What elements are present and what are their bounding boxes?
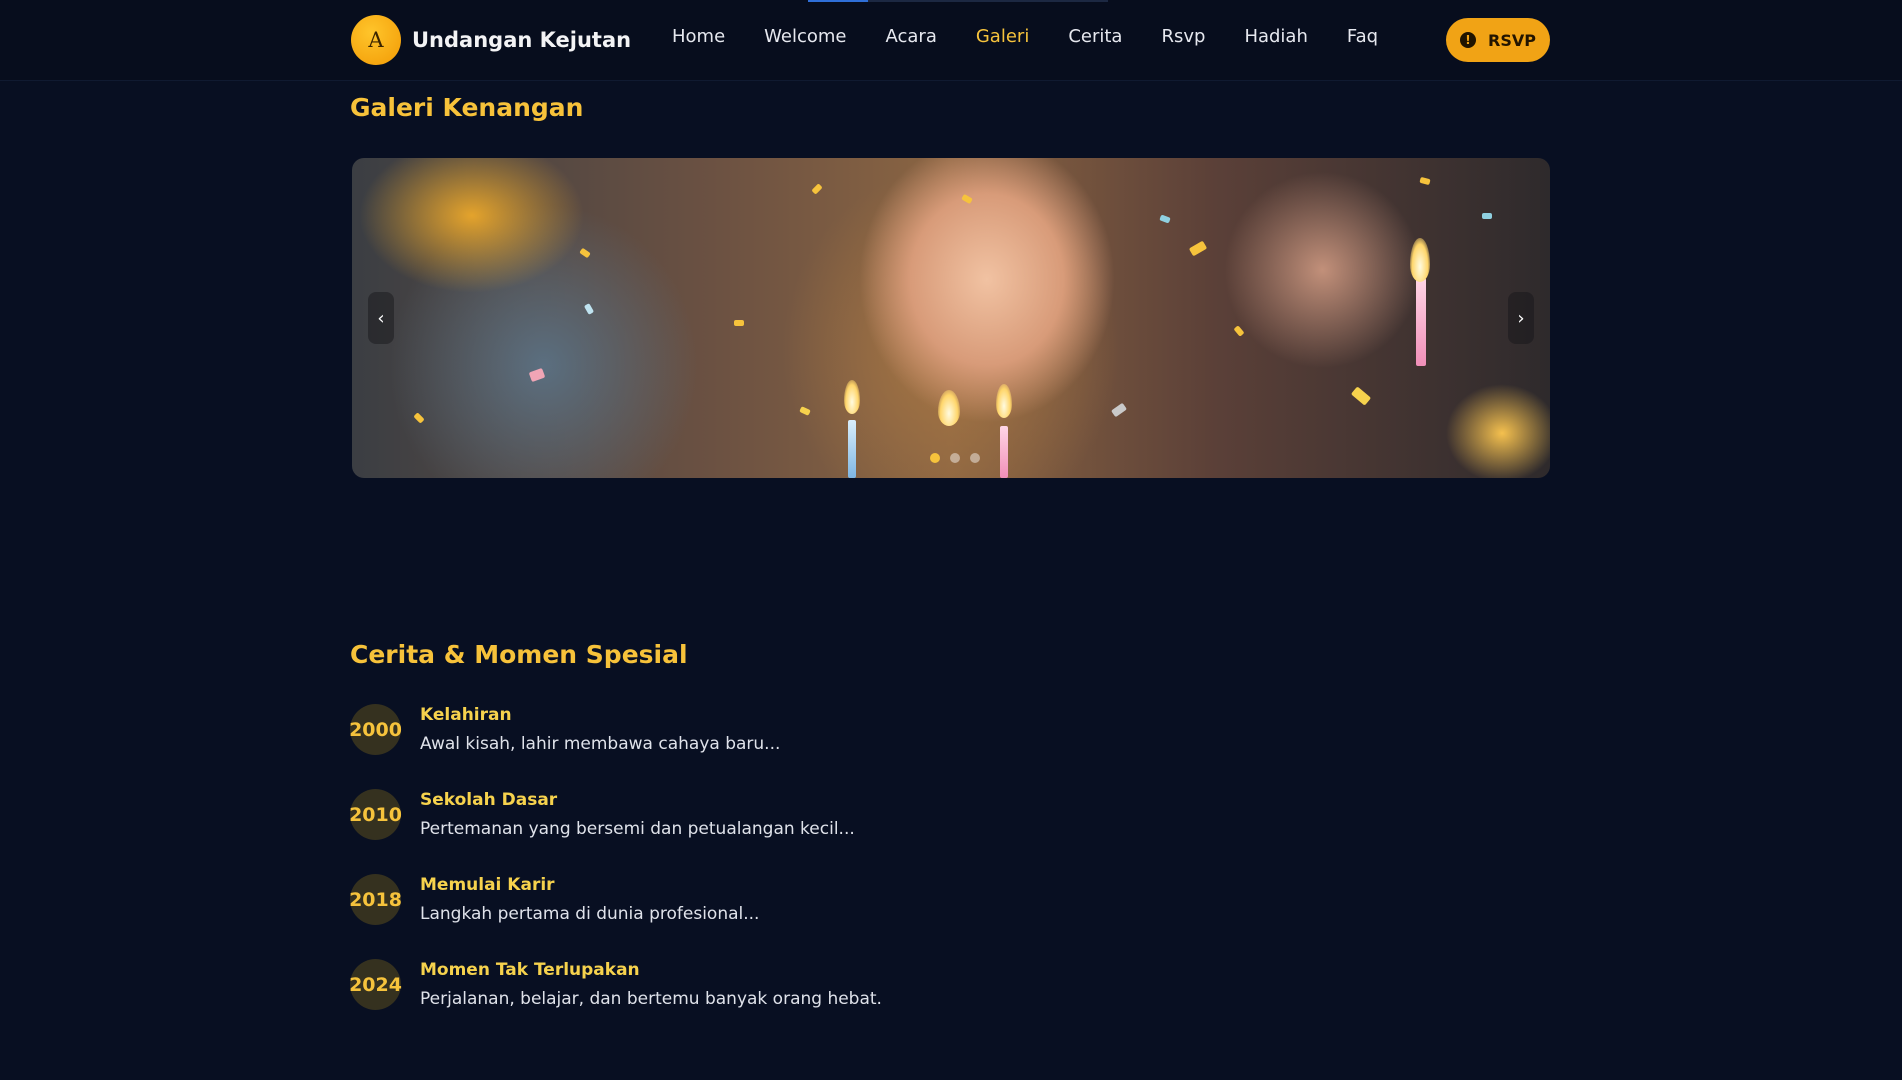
- timeline-year: 2024: [349, 959, 402, 1010]
- nav-item-welcome[interactable]: Welcome: [764, 26, 846, 47]
- timeline-title: Memulai Karir: [420, 875, 555, 895]
- carousel-dots: [930, 453, 990, 463]
- brand-logo: A: [351, 15, 401, 65]
- top-navbar: A Undangan Kejutan Home Welcome Acara Ga…: [0, 0, 1902, 81]
- timeline-title: Sekolah Dasar: [420, 790, 558, 810]
- gallery-title: Galeri Kenangan: [350, 93, 584, 122]
- page-progress-bar: [808, 0, 1108, 2]
- timeline-desc: Pertemanan yang bersemi dan petualangan …: [420, 819, 855, 839]
- rsvp-button-label: RSVP: [1488, 30, 1536, 50]
- page-progress-fill: [808, 0, 868, 2]
- timeline-title: Momen Tak Terlupakan: [420, 960, 640, 980]
- nav-item-faq[interactable]: Faq: [1347, 26, 1378, 47]
- timeline-desc: Perjalanan, belajar, dan bertemu banyak …: [420, 989, 882, 1009]
- story-title: Cerita & Momen Spesial: [350, 640, 688, 669]
- timeline-desc: Awal kisah, lahir membawa cahaya baru...: [420, 734, 781, 754]
- brand-name: Undangan Kejutan: [412, 28, 632, 52]
- nav-item-galeri[interactable]: Galeri: [976, 26, 1029, 47]
- nav-item-rsvp[interactable]: Rsvp: [1161, 26, 1205, 47]
- timeline-title: Kelahiran: [420, 705, 512, 725]
- nav-item-home[interactable]: Home: [672, 26, 725, 47]
- timeline-year: 2000: [349, 704, 402, 755]
- carousel-dot[interactable]: [950, 453, 960, 463]
- rsvp-button[interactable]: ! RSVP: [1446, 18, 1550, 62]
- nav-item-cerita[interactable]: Cerita: [1068, 26, 1122, 47]
- brand[interactable]: A Undangan Kejutan: [351, 15, 631, 65]
- carousel-next-button[interactable]: ›: [1508, 292, 1534, 344]
- carousel-prev-button[interactable]: ‹: [368, 292, 394, 344]
- nav-item-acara[interactable]: Acara: [886, 26, 937, 47]
- alert-circle-icon: !: [1460, 32, 1477, 48]
- carousel-photo: [352, 158, 1550, 478]
- timeline-desc: Langkah pertama di dunia profesional...: [420, 904, 760, 924]
- carousel-dot[interactable]: [930, 453, 940, 463]
- photo-carousel[interactable]: ‹ ›: [352, 158, 1550, 478]
- timeline-year: 2018: [349, 874, 402, 925]
- carousel-dot[interactable]: [970, 453, 980, 463]
- main-nav: Home Welcome Acara Galeri Cerita Rsvp Ha…: [672, 26, 1417, 47]
- nav-item-hadiah[interactable]: Hadiah: [1244, 26, 1307, 47]
- timeline-year: 2010: [349, 789, 402, 840]
